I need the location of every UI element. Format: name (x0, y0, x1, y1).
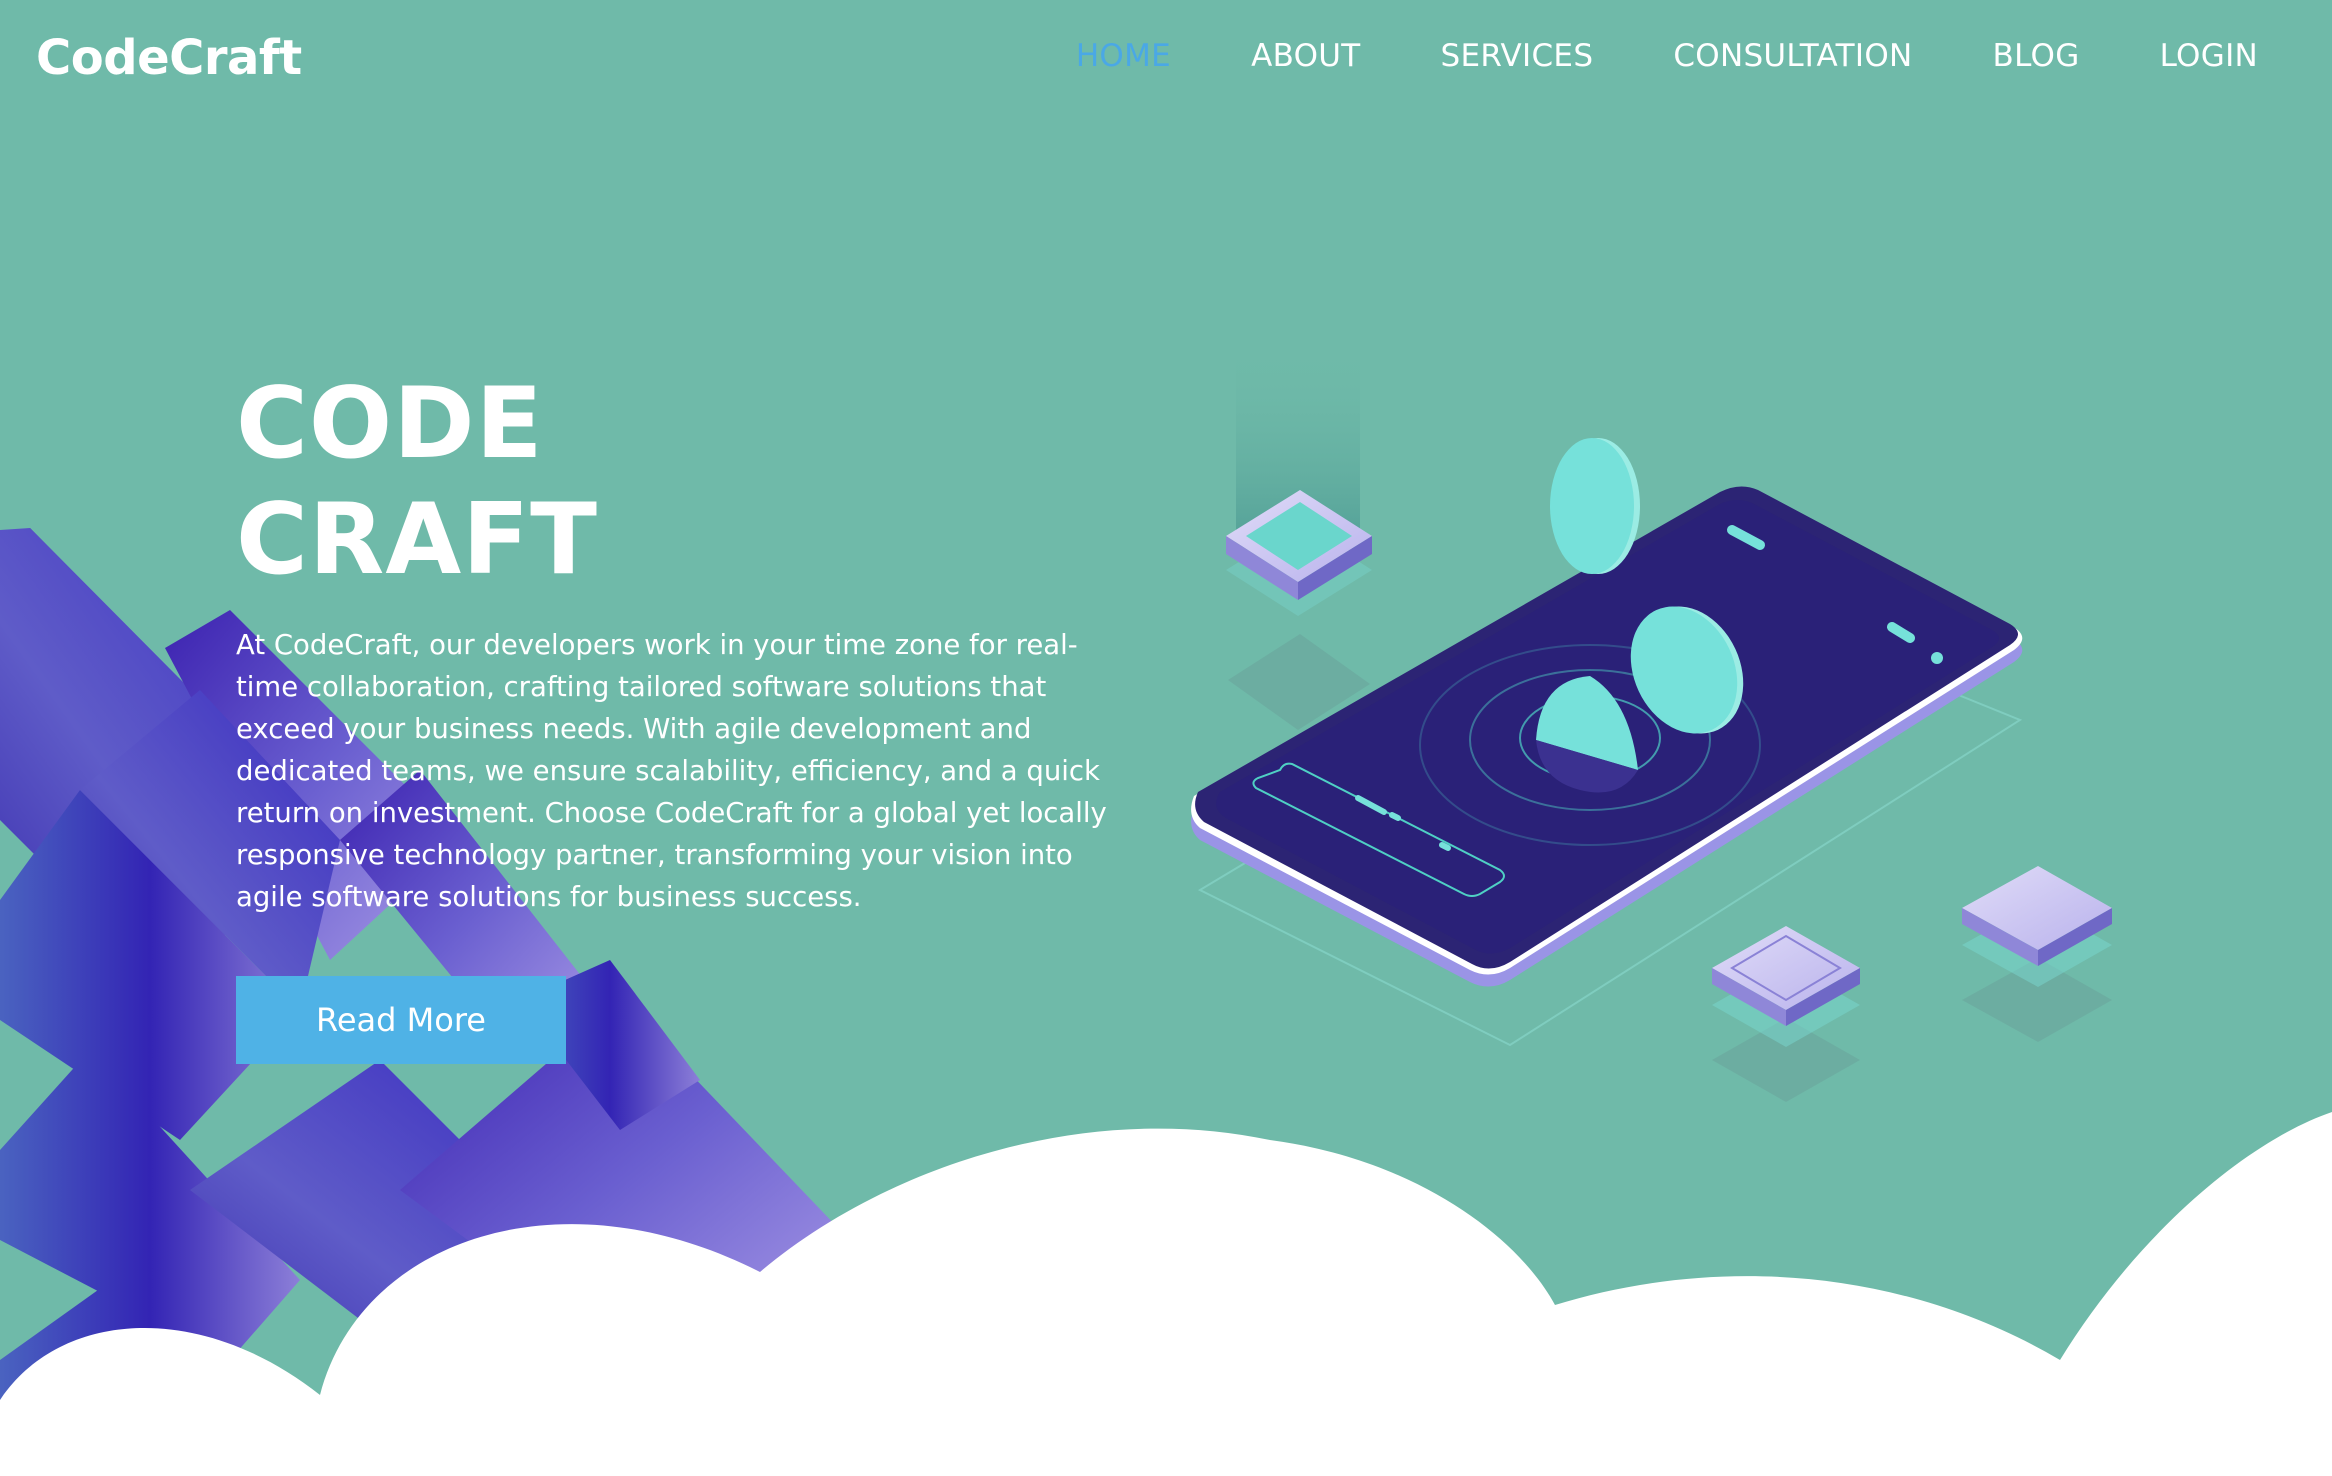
main-nav: HOME ABOUT SERVICES CONSULTATION BLOG LO… (1076, 38, 2258, 74)
hero-title-line-1: CODE (236, 367, 544, 481)
hero-description: At CodeCraft, our developers work in you… (236, 629, 1107, 913)
nav-login[interactable]: LOGIN (2160, 38, 2258, 74)
floating-tile-right (1962, 866, 2112, 1042)
site-logo[interactable]: CodeCraft (36, 30, 302, 86)
floating-tile-bottom (1712, 926, 1860, 1102)
nav-about[interactable]: ABOUT (1251, 38, 1360, 74)
hero-title: CODE CRAFT (236, 366, 598, 598)
smartphone-illustration (1191, 340, 2112, 1102)
hero-title-line-2: CRAFT (236, 483, 599, 597)
nav-blog[interactable]: BLOG (1993, 38, 2080, 74)
floating-tile-left (1226, 490, 1372, 730)
nav-consultation[interactable]: CONSULTATION (1673, 38, 1912, 74)
read-more-button[interactable]: Read More (236, 976, 566, 1064)
nav-services[interactable]: SERVICES (1441, 38, 1594, 74)
nav-home[interactable]: HOME (1076, 38, 1171, 74)
